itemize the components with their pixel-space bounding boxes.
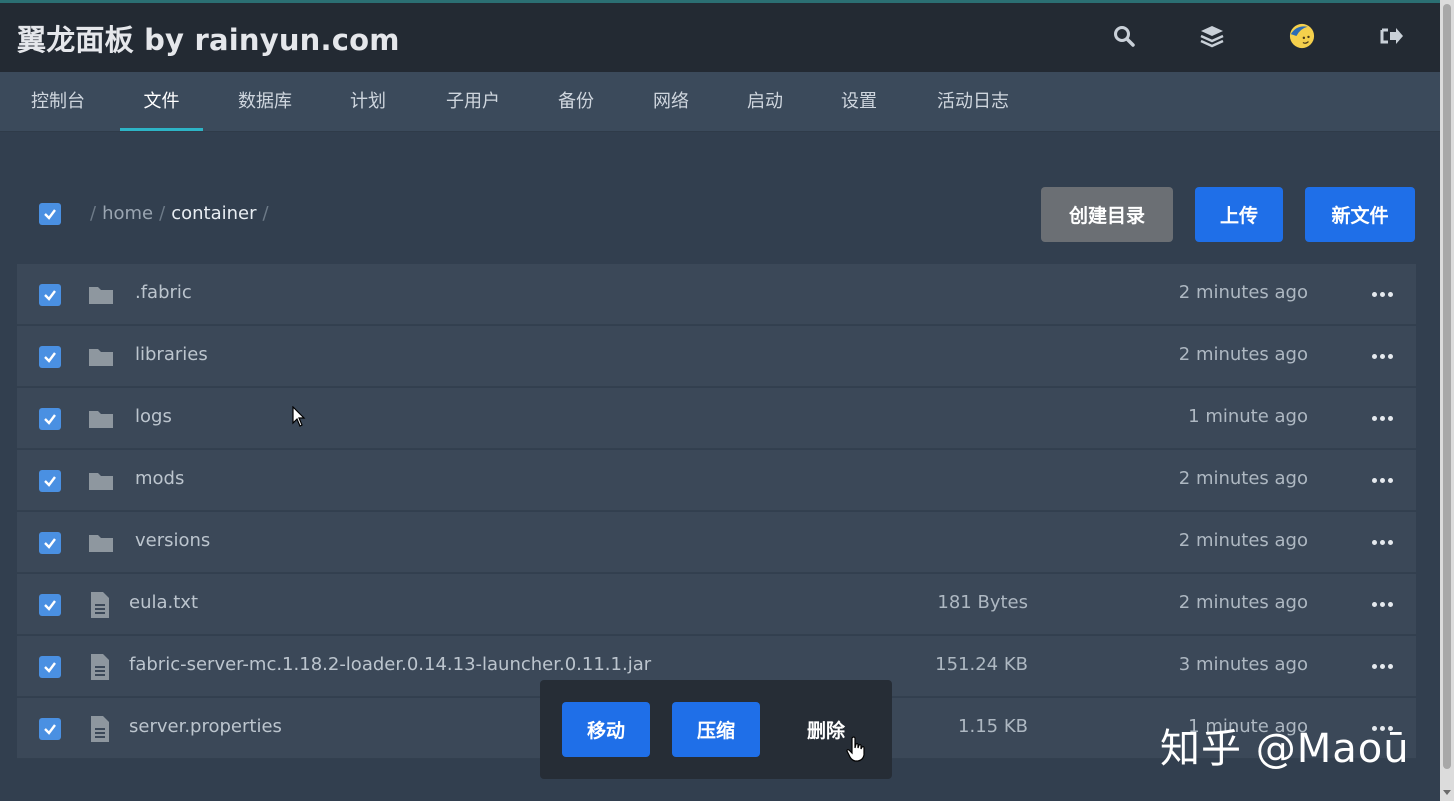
folder-icon [87,529,115,557]
file-name[interactable]: server.properties [129,716,282,737]
file-row[interactable]: logs 1 minute ago [17,388,1416,449]
upload-button[interactable]: 上传 [1195,187,1283,242]
file-row[interactable]: mods 2 minutes ago [17,450,1416,511]
more-options-icon[interactable] [1370,468,1394,492]
file-icon [89,591,117,619]
tab-network[interactable]: 网络 [641,72,701,132]
move-button[interactable]: 移动 [562,702,650,757]
select-all-checkbox[interactable] [39,203,61,225]
new-file-button[interactable]: 新文件 [1305,187,1415,242]
main-nav: 控制台 文件 数据库 计划 子用户 备份 网络 启动 设置 活动日志 [0,72,1440,132]
file-icon [89,715,117,743]
file-size: 151.24 KB [935,654,1028,675]
file-name[interactable]: fabric-server-mc.1.18.2-loader.0.14.13-l… [129,654,651,675]
logout-icon[interactable] [1379,23,1405,49]
top-header: 翼龙面板 by rainyun.com [0,0,1440,72]
layers-icon[interactable] [1199,23,1225,49]
more-options-icon[interactable] [1370,592,1394,616]
file-name[interactable]: .fabric [135,282,192,303]
file-name[interactable]: eula.txt [129,592,198,613]
more-options-icon[interactable] [1370,530,1394,554]
file-modified: 2 minutes ago [1178,592,1308,613]
mouse-pointer-icon [292,405,306,432]
breadcrumb-container[interactable]: container [171,203,256,224]
tab-files[interactable]: 文件 [120,72,203,132]
file-modified: 2 minutes ago [1178,468,1308,489]
folder-icon [87,467,115,495]
file-name[interactable]: logs [135,406,172,427]
file-row[interactable]: versions 2 minutes ago [17,512,1416,573]
row-checkbox[interactable] [39,718,61,740]
file-size: 1.15 KB [958,716,1028,737]
file-icon [89,653,117,681]
watermark: 知乎 @Maoū [1160,726,1410,772]
tab-console[interactable]: 控制台 [18,72,98,132]
file-row[interactable]: .fabric 2 minutes ago [17,264,1416,325]
breadcrumb-separator: / [159,203,166,224]
row-checkbox[interactable] [39,346,61,368]
breadcrumb-home[interactable]: home [102,203,153,224]
tab-startup[interactable]: 启动 [735,72,795,132]
file-modified: 3 minutes ago [1178,654,1308,675]
file-row[interactable]: libraries 2 minutes ago [17,326,1416,387]
more-options-icon[interactable] [1370,654,1394,678]
file-modified: 1 minute ago [1188,406,1308,427]
folder-icon [87,281,115,309]
scrollbar-thumb[interactable] [1443,4,1451,769]
hand-cursor-icon [846,736,866,766]
tab-subusers[interactable]: 子用户 [434,72,512,132]
more-options-icon[interactable] [1370,406,1394,430]
file-name[interactable]: versions [135,530,210,551]
app-title: 翼龙面板 by rainyun.com [17,23,400,57]
file-modified: 2 minutes ago [1178,282,1308,303]
file-row[interactable]: eula.txt 181 Bytes 2 minutes ago [17,574,1416,635]
tab-databases[interactable]: 数据库 [226,72,304,132]
scroll-down-arrow-icon[interactable] [1443,790,1451,795]
file-size: 181 Bytes [937,592,1028,613]
create-directory-button[interactable]: 创建目录 [1041,187,1173,242]
more-options-icon[interactable] [1370,344,1394,368]
tab-settings[interactable]: 设置 [829,72,889,132]
page-scrollbar[interactable] [1440,0,1454,801]
row-checkbox[interactable] [39,408,61,430]
tab-schedules[interactable]: 计划 [338,72,398,132]
breadcrumb-separator: / [262,203,269,224]
tab-activity-log[interactable]: 活动日志 [924,72,1022,132]
tab-backups[interactable]: 备份 [546,72,606,132]
file-name[interactable]: mods [135,468,184,489]
breadcrumb: / home / container / [84,203,275,224]
file-modified: 2 minutes ago [1178,344,1308,365]
row-checkbox[interactable] [39,470,61,492]
row-checkbox[interactable] [39,594,61,616]
file-name[interactable]: libraries [135,344,208,365]
compress-button[interactable]: 压缩 [672,702,760,757]
search-icon[interactable] [1111,23,1137,49]
folder-icon [87,405,115,433]
row-checkbox[interactable] [39,656,61,678]
active-tab-underline [120,128,203,131]
bulk-action-bar: 移动 压缩 删除 [540,680,892,779]
row-checkbox[interactable] [39,284,61,306]
avatar-icon[interactable] [1289,23,1315,49]
row-checkbox[interactable] [39,532,61,554]
file-modified: 2 minutes ago [1178,530,1308,551]
folder-icon [87,343,115,371]
more-options-icon[interactable] [1370,282,1394,306]
breadcrumb-separator: / [90,203,97,224]
